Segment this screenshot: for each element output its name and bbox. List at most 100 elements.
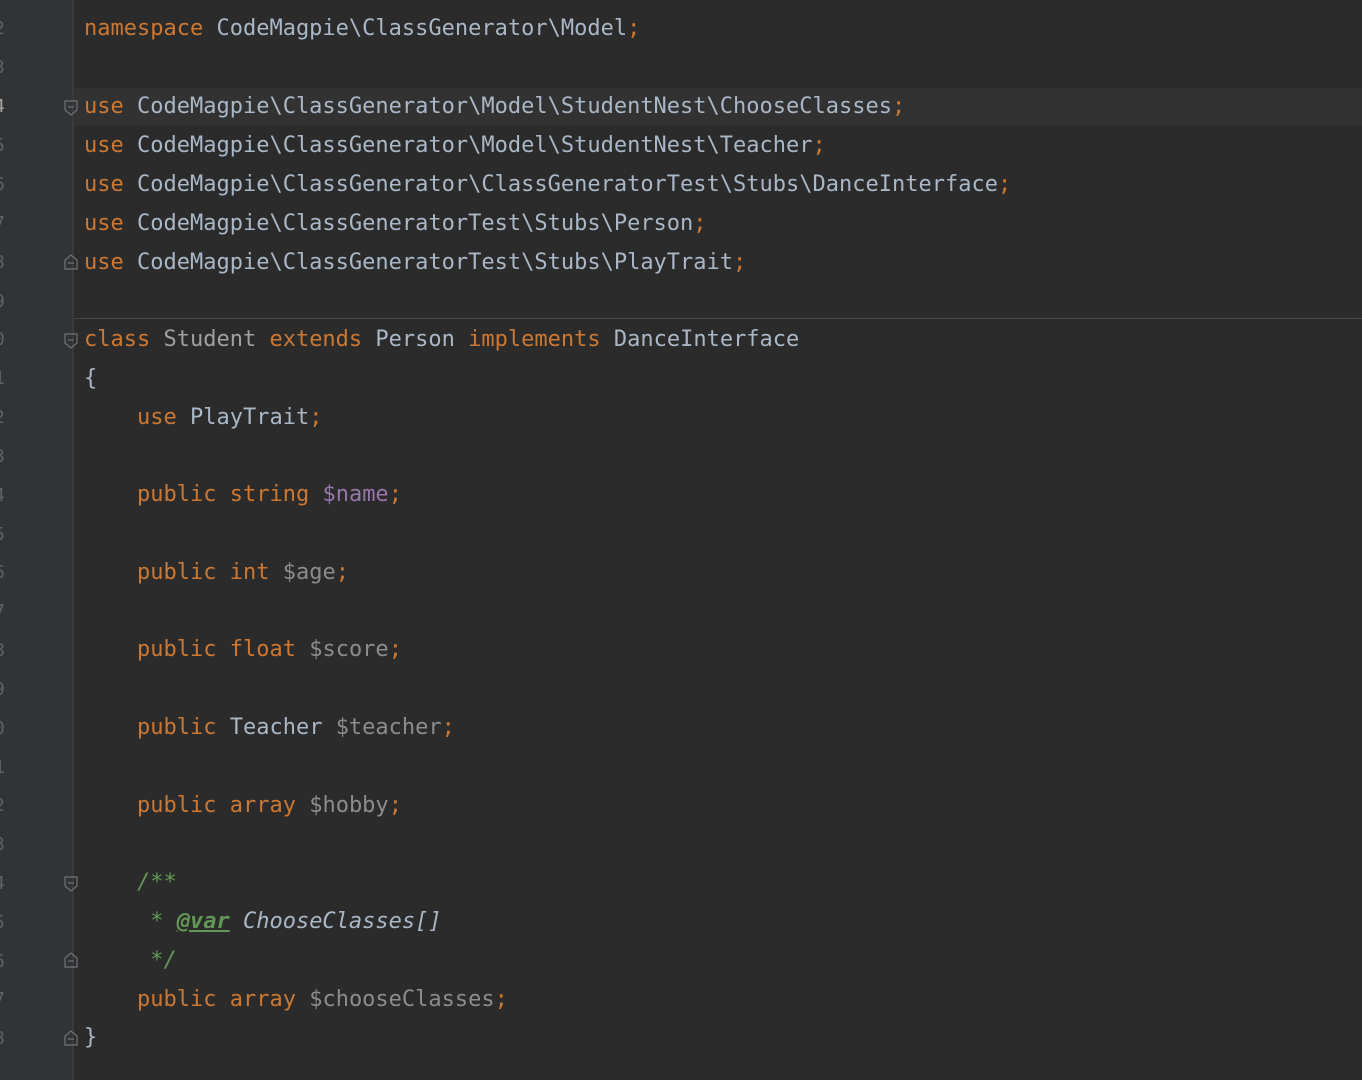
code-line-property[interactable]: public string $name; (84, 476, 402, 514)
keyword: use (84, 211, 124, 236)
code-line-class-decl[interactable]: class Student extends Person implements … (84, 321, 799, 359)
line-number: 9 (0, 292, 6, 312)
parent-class: Person (375, 327, 455, 352)
line-number: 3 (0, 58, 6, 78)
code-line-use[interactable]: use CodeMagpie\ClassGeneratorTest\Stubs\… (84, 244, 746, 282)
line-number: 4 (0, 97, 6, 117)
fold-open-icon[interactable] (64, 876, 78, 892)
semicolon: ; (891, 94, 906, 119)
keyword: use (84, 250, 124, 275)
type: int (229, 560, 270, 585)
keyword: implements (468, 327, 601, 352)
brace: { (84, 366, 98, 391)
code-line-trait-use[interactable]: use PlayTrait; (84, 399, 322, 437)
property-name: $name (322, 482, 389, 507)
line-number: 3 (0, 447, 6, 467)
line-number: 0 (0, 719, 6, 739)
semicolon: ; (388, 793, 402, 818)
code-line-property[interactable]: public int $age; (84, 554, 349, 592)
code-line-namespace[interactable]: namespace CodeMagpie\ClassGenerator\Mode… (84, 10, 640, 48)
code-line-property[interactable]: public float $score; (84, 631, 402, 669)
semicolon: ; (335, 560, 349, 585)
fold-open-icon[interactable] (64, 333, 78, 349)
code-line-use[interactable]: use CodeMagpie\ClassGenerator\Model\Stud… (84, 127, 826, 165)
line-number: 2 (0, 408, 6, 428)
keyword: use (84, 172, 124, 197)
fold-close-icon[interactable] (64, 1030, 78, 1046)
doc-tag: @var (176, 909, 230, 934)
semicolon: ; (997, 172, 1012, 197)
line-number: 5 (0, 525, 6, 545)
import-path: CodeMagpie\ClassGenerator\ClassGenerator… (137, 172, 998, 197)
property-name: $age (282, 560, 336, 585)
semicolon: ; (388, 482, 402, 507)
semicolon: ; (627, 16, 641, 41)
keyword: public (136, 793, 217, 818)
gutter-divider (72, 0, 74, 1080)
line-number: 0 (0, 330, 6, 350)
keyword: use (136, 405, 177, 430)
code-line-use[interactable]: use CodeMagpie\ClassGeneratorTest\Stubs\… (84, 205, 707, 243)
line-number: 7 (0, 214, 6, 234)
brace: } (84, 1025, 98, 1050)
line-number: 2 (0, 796, 6, 816)
line-number: 1 (0, 369, 6, 389)
code-line-doc-close[interactable]: */ (84, 942, 177, 980)
line-number: 8 (0, 253, 6, 273)
property-name: $hobby (309, 793, 389, 818)
line-number-gutter: 2 3 4 5 6 7 8 9 0 1 2 3 4 5 6 7 8 9 0 1 … (0, 0, 74, 1080)
keyword: public (136, 637, 217, 662)
doc-comment-star: * (136, 909, 177, 934)
line-number: 6 (0, 563, 6, 583)
line-number: 4 (0, 874, 6, 894)
keyword: public (136, 560, 217, 585)
keyword: extends (269, 327, 363, 352)
keyword: public (136, 987, 217, 1012)
line-number: 7 (0, 602, 6, 622)
class-name: Student (163, 327, 257, 352)
keyword: namespace (84, 16, 204, 41)
type: array (229, 793, 296, 818)
property-name: $score (309, 637, 389, 662)
semicolon: ; (693, 211, 707, 236)
keyword: use (84, 94, 124, 119)
property-name: $chooseClasses (309, 987, 495, 1012)
doc-comment: /** (136, 870, 177, 895)
semicolon: ; (494, 987, 508, 1012)
import-path: CodeMagpie\ClassGenerator\Model\StudentN… (137, 94, 892, 119)
line-number: 6 (0, 952, 6, 972)
semicolon: ; (441, 715, 455, 740)
code-line-use[interactable]: use CodeMagpie\ClassGenerator\Model\Stud… (84, 88, 905, 126)
method-separator (74, 318, 1362, 319)
keyword: use (84, 133, 124, 158)
fold-close-icon[interactable] (64, 254, 78, 270)
type: array (229, 987, 296, 1012)
type: string (229, 482, 310, 507)
line-number: 5 (0, 913, 6, 933)
code-line-property[interactable]: public array $chooseClasses; (84, 981, 508, 1019)
code-line-close-brace[interactable]: } (84, 1019, 97, 1057)
line-number: 9 (0, 680, 6, 700)
type: float (229, 637, 296, 662)
keyword: public (136, 482, 217, 507)
line-number: 1 (0, 758, 6, 778)
line-number: 7 (0, 990, 6, 1010)
code-line-property[interactable]: public array $hobby; (84, 787, 402, 825)
code-line-doc-open[interactable]: /** (84, 864, 177, 902)
code-line-use[interactable]: use CodeMagpie\ClassGenerator\ClassGener… (84, 166, 1011, 204)
fold-open-icon[interactable] (64, 100, 78, 116)
code-editor[interactable]: 2 3 4 5 6 7 8 9 0 1 2 3 4 5 6 7 8 9 0 1 … (0, 0, 1362, 1080)
import-path: CodeMagpie\ClassGenerator\Model\StudentN… (137, 133, 813, 158)
line-number: 2 (0, 19, 6, 39)
code-line-doc-var[interactable]: * @var ChooseClasses[] (84, 903, 442, 941)
semicolon: ; (388, 637, 402, 662)
doc-type: ChooseClasses[] (229, 909, 442, 934)
line-number: 5 (0, 136, 6, 156)
code-line-open-brace[interactable]: { (84, 360, 97, 398)
trait-name: PlayTrait (189, 405, 310, 430)
keyword: public (136, 715, 217, 740)
keyword: class (84, 327, 151, 352)
line-number: 3 (0, 835, 6, 855)
fold-close-icon[interactable] (64, 952, 78, 968)
code-line-property[interactable]: public Teacher $teacher; (84, 709, 455, 747)
